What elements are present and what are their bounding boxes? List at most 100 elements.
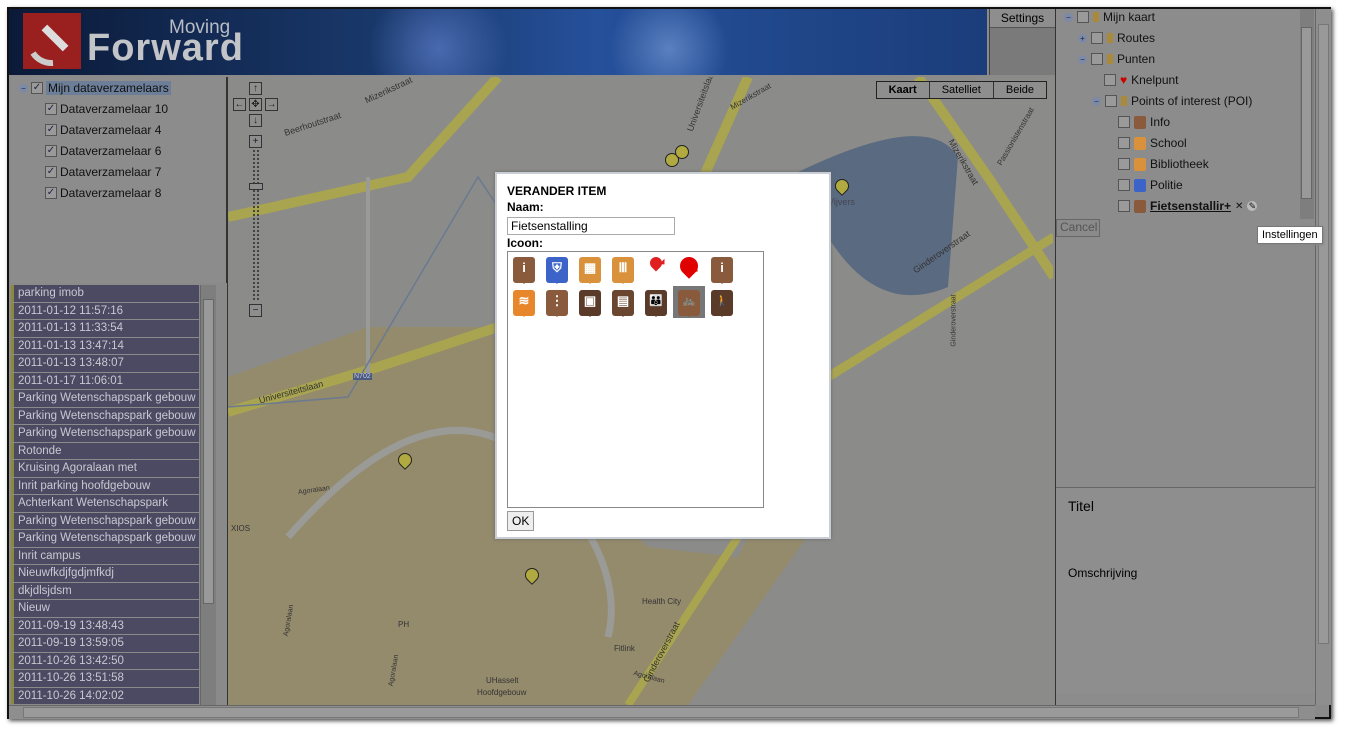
list-scrollbar[interactable] [200, 285, 216, 705]
tree-item-label[interactable]: Points of interest (POI) [1131, 94, 1252, 108]
tree-item-label[interactable]: Fietsenstallir+ [1150, 199, 1231, 213]
collapse-icon[interactable]: − [1078, 54, 1087, 64]
family-icon[interactable]: 👪 [645, 290, 667, 317]
list-item[interactable]: Achterkant Wetenschapspark [11, 495, 199, 512]
collapse-icon[interactable]: − [1092, 96, 1101, 106]
page-horizontal-scrollbar[interactable] [9, 705, 1315, 719]
list-item[interactable]: dkjdlsjdsm [11, 582, 199, 599]
checkbox[interactable] [1091, 53, 1103, 65]
tree-item-label[interactable]: Routes [1117, 31, 1155, 45]
info-icon[interactable]: i [513, 257, 535, 284]
tram-icon[interactable]: ▤ [612, 290, 634, 317]
checkbox[interactable] [1077, 11, 1089, 23]
red-pin-icon[interactable] [676, 253, 702, 279]
checkbox[interactable] [1118, 137, 1130, 149]
tree-item[interactable]: ✓ Dataverzamelaar 8 [45, 185, 161, 201]
checkbox[interactable] [1118, 179, 1130, 191]
list-item[interactable]: 2011-09-19 13:48:43 [11, 617, 199, 634]
tree-item-label[interactable]: Info [1150, 115, 1170, 129]
expand-icon[interactable]: + [1078, 33, 1087, 43]
list-item[interactable]: 2011-09-19 13:59:05 [11, 635, 199, 652]
cancel-button[interactable]: Cancel [1056, 219, 1100, 237]
pan-up-button[interactable]: ↑ [249, 82, 262, 95]
checkbox[interactable]: ✓ [45, 124, 57, 136]
tree-item[interactable]: ✓ Dataverzamelaar 7 [45, 164, 161, 180]
checkbox[interactable]: ✓ [45, 187, 57, 199]
list-item[interactable]: Nieuwfkdjfgdjmfkdj [11, 565, 199, 582]
list-item[interactable]: Kruising Agoralaan met [11, 460, 199, 477]
settings-wrench-icon[interactable]: ✎ [1247, 201, 1258, 211]
list-item[interactable]: Inrit campus [11, 547, 199, 564]
list-item[interactable]: 2011-01-12 11:57:16 [11, 302, 199, 319]
checkbox[interactable]: ✓ [31, 82, 43, 94]
tree-root-label[interactable]: Mijn dataverzamelaars [46, 81, 171, 95]
zoom-slider[interactable] [253, 150, 259, 300]
list-item[interactable]: Nieuw [11, 600, 199, 617]
list-item[interactable]: 2011-10-26 14:02:02 [11, 687, 199, 704]
list-item[interactable]: 2011-01-13 13:47:14 [11, 337, 199, 354]
checkbox[interactable] [1104, 74, 1116, 86]
ok-button[interactable]: OK [507, 511, 535, 531]
list-item[interactable]: 2011-10-26 13:42:50 [11, 652, 199, 669]
checkbox[interactable]: ✓ [45, 103, 57, 115]
list-item[interactable]: 2011-01-17 11:06:01 [11, 372, 199, 389]
tree-scrollbar[interactable] [1300, 9, 1314, 219]
list-item[interactable]: Parking Wetenschapspark gebouw [11, 530, 199, 547]
library-icon[interactable]: Ⅲ [612, 257, 634, 284]
list-item[interactable]: Parking Wetenschapspark gebouw [11, 512, 199, 529]
list-item[interactable]: Parking Wetenschapspark gebouw [11, 390, 199, 407]
checkbox[interactable] [1091, 32, 1103, 44]
info-icon[interactable]: i [711, 257, 733, 284]
zoom-slider-handle[interactable] [249, 183, 263, 190]
collapse-icon[interactable]: − [1064, 12, 1073, 22]
delete-icon[interactable]: ✕ [1235, 201, 1243, 212]
list-item[interactable]: Parking Wetenschapspark gebouw [11, 407, 199, 424]
poi-item[interactable]: Info [1118, 114, 1170, 130]
map-type-kaart[interactable]: Kaart [876, 82, 929, 98]
tree-item-label[interactable]: Knelpunt [1131, 73, 1178, 87]
poi-item[interactable]: Politie [1118, 177, 1183, 193]
poi-item[interactable]: Bibliotheek [1118, 156, 1209, 172]
small-red-pin-icon[interactable] [647, 254, 665, 272]
map-type-beide[interactable]: Beide [992, 82, 1046, 98]
checkbox[interactable]: ✓ [45, 166, 57, 178]
swimming-icon[interactable]: ≋ [513, 290, 535, 317]
poi-item[interactable]: Fietsenstallir+ ✕ ✎ [1118, 198, 1258, 214]
tree-item-label[interactable]: School [1150, 136, 1187, 150]
list-item[interactable]: 2011-01-13 11:33:54 [11, 320, 199, 337]
school-icon[interactable]: ▦ [579, 257, 601, 284]
checkbox[interactable] [1118, 158, 1130, 170]
pan-center-button[interactable]: ✥ [249, 98, 262, 111]
list-item[interactable]: Parking Wetenschapspark gebouw [11, 425, 199, 442]
poi-item[interactable]: School [1118, 135, 1187, 151]
settings-button[interactable]: Settings [990, 9, 1055, 28]
checkbox[interactable] [1118, 200, 1130, 212]
traffic-light-icon[interactable]: ⋮ [546, 290, 568, 317]
bicycle-icon[interactable]: 🚲 [678, 290, 700, 317]
tree-item[interactable]: ✓ Dataverzamelaar 6 [45, 143, 161, 159]
list-item[interactable]: Inrit parking hoofdgebouw [11, 477, 199, 494]
zoom-in-button[interactable]: + [249, 135, 262, 148]
checkbox[interactable] [1118, 116, 1130, 128]
tree-root-label[interactable]: Mijn kaart [1103, 10, 1155, 24]
checkbox[interactable] [1105, 95, 1117, 107]
map-marker-icon[interactable] [675, 145, 689, 159]
list-item[interactable]: 2011-01-13 13:48:07 [11, 355, 199, 372]
tree-item-label[interactable]: Bibliotheek [1150, 157, 1209, 171]
pan-left-button[interactable]: ← [233, 98, 246, 111]
tree-item[interactable]: ✓ Dataverzamelaar 4 [45, 122, 161, 138]
tree-item[interactable]: ✓ Dataverzamelaar 10 [45, 101, 168, 117]
tree-item-label[interactable]: Punten [1117, 52, 1155, 66]
pan-right-button[interactable]: → [265, 98, 278, 111]
train-icon[interactable]: ▣ [579, 290, 601, 317]
map-type-satelliet[interactable]: Satelliet [928, 82, 993, 98]
police-icon[interactable]: ⛨ [546, 257, 568, 284]
pedestrian-icon[interactable]: 🚶 [711, 290, 733, 317]
list-item[interactable]: Rotonde [11, 442, 199, 459]
collapse-icon[interactable]: − [19, 83, 28, 93]
name-input[interactable] [507, 217, 675, 235]
page-vertical-scrollbar[interactable] [1315, 9, 1331, 705]
pan-down-button[interactable]: ↓ [249, 114, 262, 127]
checkbox[interactable]: ✓ [45, 145, 57, 157]
list-item[interactable]: 2011-10-26 13:51:58 [11, 670, 199, 687]
